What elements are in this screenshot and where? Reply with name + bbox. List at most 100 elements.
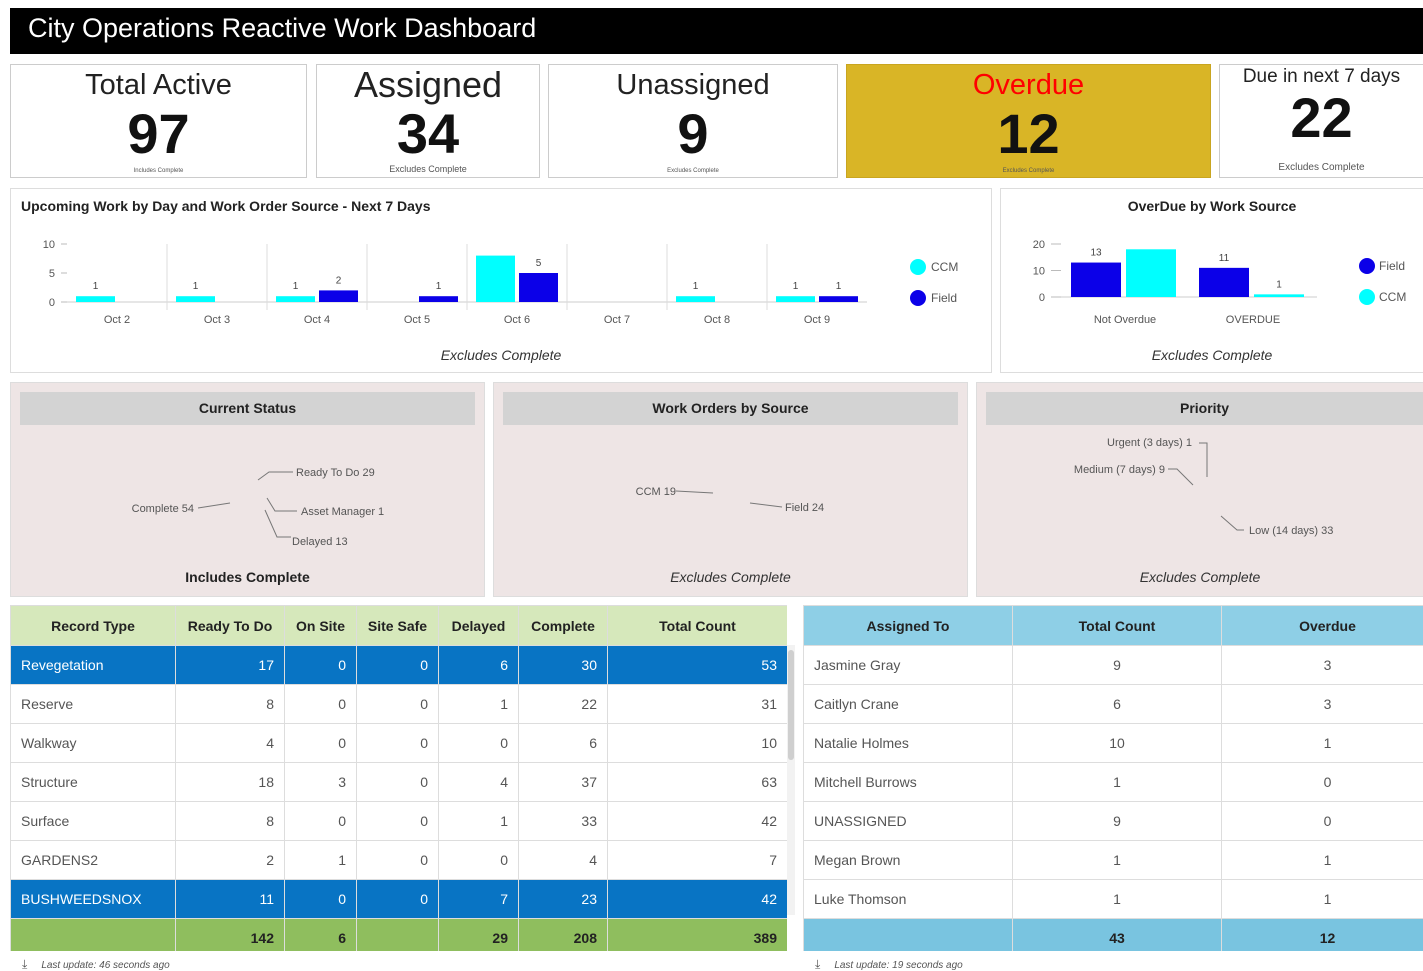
assigned-table-wrap[interactable]: Assigned To Total Count Overdue Jasmine Gr… [803,605,1423,951]
slice-label: Medium (7 days) 9 [1074,464,1165,476]
bar-ccm [476,255,515,302]
record-type-table-wrap[interactable]: Record Type Ready To Do On Site Site Safe De… [10,605,787,951]
table-row[interactable]: Surface 8 0 0 1 33 42 [10,801,787,841]
kpi-due-next-7-days[interactable]: Due in next 7 days 22 Excludes Complete [1219,64,1423,178]
last-update-text: Last update: 19 seconds ago [834,960,963,971]
download-icon[interactable]: ⤓ [22,957,27,971]
table-row[interactable]: UNASSIGNED 9 0 [803,801,1423,841]
table-row[interactable]: Natalie Holmes 10 1 [803,723,1423,763]
y-tick-label: 10 [1033,266,1045,278]
count-cell: 4 [438,762,519,802]
count-cell: 22 [518,684,608,724]
table-row[interactable]: Walkway 4 0 0 0 6 10 [10,723,787,763]
record-type-table: Record Type Ready To Do On Site Site Safe De… [10,605,787,951]
current-status-donut: Complete 54 Ready To Do 29 Asset Manager 1… [132,467,385,548]
legend-swatch [910,290,926,306]
assignee-cell: Natalie Holmes [803,723,1013,763]
current-status-footer: Includes Complete [185,569,310,585]
count-cell: 6 [518,723,608,763]
count-cell: 23 [518,879,608,919]
count-cell: 1 [1012,840,1222,880]
count-cell: 0 [284,723,357,763]
count-cell: 18 [175,762,285,802]
scrollbar-thumb[interactable] [788,650,794,760]
slice-label: Complete 54 [132,503,194,515]
count-cell: 0 [284,645,357,685]
column-header[interactable]: Total Count [607,605,787,646]
bar-field [319,290,358,302]
kpi-note: Excludes Complete [389,164,467,174]
column-header[interactable]: Complete [518,605,608,646]
slice-label: Low (14 days) 33 [1249,525,1333,537]
bar-ccm [1126,249,1176,297]
slice-label: Field 24 [785,502,824,514]
kpi-value: 97 [127,102,190,165]
data-label: 1 [293,281,299,292]
table-row[interactable]: Caitlyn Crane 6 3 [803,684,1423,724]
kpi-note: Excludes Complete [1278,162,1365,173]
data-label: 1 [793,281,799,292]
count-cell: 63 [607,762,787,802]
table-row[interactable]: GARDENS2 2 1 0 0 4 7 [10,840,787,880]
kpi-value: 9 [677,102,709,165]
column-header[interactable]: Record Type [10,605,176,646]
leader-line [749,502,783,508]
count-cell: 53 [607,645,787,685]
count-cell: 3 [284,762,357,802]
count-cell: 1 [1221,879,1423,919]
count-cell: 0 [356,801,439,841]
table-row[interactable]: Jasmine Gray 9 3 [803,645,1423,685]
column-header[interactable]: Ready To Do [175,605,285,646]
column-header[interactable]: Site Safe [356,605,439,646]
count-cell: 0 [284,879,357,919]
download-icon[interactable]: ⤓ [815,957,820,971]
record-type-cell: Walkway [10,723,176,763]
record-type-cell: GARDENS2 [10,840,176,880]
table-row[interactable]: Reserve 8 0 0 1 22 31 [10,684,787,724]
count-cell: 10 [1012,723,1222,763]
x-tick-label: Oct 7 [604,314,630,326]
totals-row: 142 6 29 208 389 [10,918,787,951]
bar-field [519,273,558,302]
leader-line [1199,442,1208,477]
column-header[interactable]: Total Count [1012,605,1222,646]
table-row[interactable]: BUSHWEEDSNOX 11 0 0 7 23 42 [10,879,787,919]
kpi-total-active[interactable]: Total Active 97 Includes Complete [10,64,307,178]
column-header[interactable]: Delayed [438,605,519,646]
legend-label: CCM [1379,290,1406,304]
assignee-cell: UNASSIGNED [803,801,1013,841]
y-tick-label: 20 [1033,239,1045,251]
table-row[interactable]: Mitchell Burrows 1 0 [803,762,1423,802]
legend-swatch [1359,258,1375,274]
assignee-cell: Caitlyn Crane [803,684,1013,724]
total-cell [10,918,176,951]
count-cell: 8 [175,801,285,841]
kpi-overdue[interactable]: Overdue 12 Excludes Complete [846,64,1211,178]
kpi-value: 12 [997,102,1060,165]
bar-ccm [176,296,215,302]
table-row[interactable]: Revegetation 17 0 0 6 30 53 [10,645,787,685]
count-cell: 7 [438,879,519,919]
data-label: 11 [1219,253,1230,264]
kpi-assigned[interactable]: Assigned 34 Excludes Complete [316,64,540,178]
x-tick-label: Oct 6 [504,314,530,326]
column-header[interactable]: On Site [284,605,357,646]
overdue-bar-chart: 01020Not Overdue13OVERDUE111FieldCCM [1033,239,1407,326]
table-row[interactable]: Megan Brown 1 1 [803,840,1423,880]
record-type-cell: Surface [10,801,176,841]
count-cell: 0 [356,723,439,763]
count-cell: 8 [175,684,285,724]
work-orders-source-panel: Work Orders by Source CCM 19 Field 24 Exc… [493,382,968,597]
column-header[interactable]: Assigned To [803,605,1013,646]
priority-panel: Priority Urgent (3 days) 1 Medium (7 days… [976,382,1423,597]
count-cell: 42 [607,879,787,919]
count-cell: 37 [518,762,608,802]
table-row[interactable]: Luke Thomson 1 1 [803,879,1423,919]
count-cell: 31 [607,684,787,724]
column-header[interactable]: Overdue [1221,605,1423,646]
bar-ccm [1254,294,1304,297]
table-row[interactable]: Structure 18 3 0 4 37 63 [10,762,787,802]
kpi-unassigned[interactable]: Unassigned 9 Excludes Complete [548,64,838,178]
record-table-scrollbar[interactable] [787,645,795,915]
slice-label: Delayed 13 [292,536,348,548]
